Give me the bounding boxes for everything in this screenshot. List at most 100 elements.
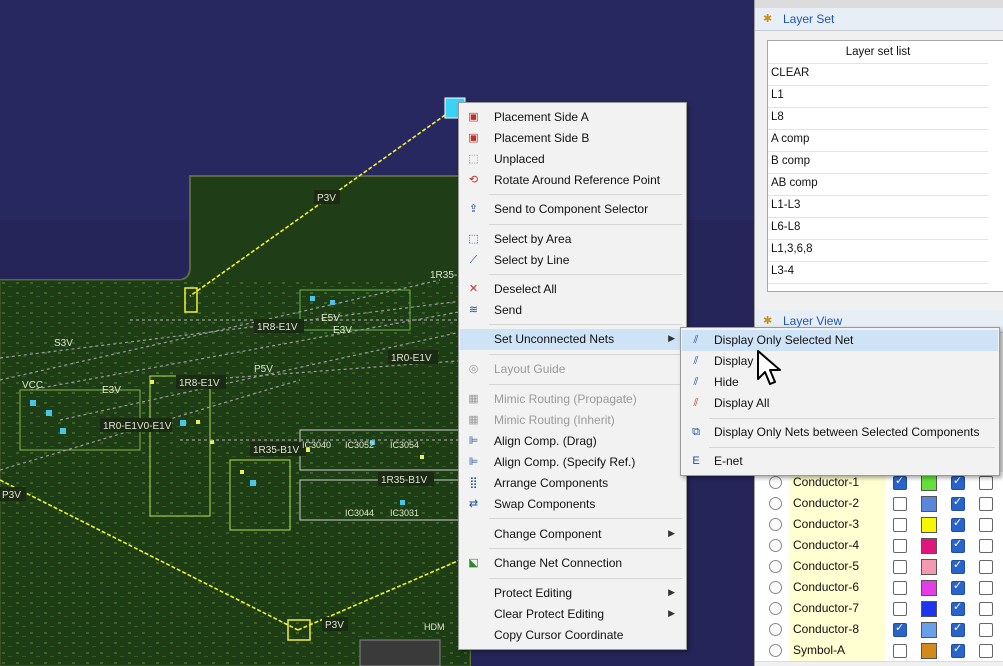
list-item[interactable]: L8 [768,108,988,130]
submenu-item-display-all[interactable]: ⫽ Display All [682,393,998,414]
menu-item-mimic-inherit[interactable]: ▦ Mimic Routing (Inherit) [460,410,685,431]
submenu-item-display-only-selected[interactable]: ⫽ Display Only Selected Net [682,330,998,351]
layer-select-checkbox[interactable] [951,558,965,574]
layer-set-title-bar: ✱ Layer Set [755,8,1003,31]
layer-visible-checkbox[interactable] [893,560,907,574]
menu-item-select-by-area[interactable]: ⬚ Select by Area [460,229,685,250]
layer-visible-checkbox[interactable] [893,497,907,511]
layer-radio[interactable] [769,518,782,531]
list-item[interactable]: AB comp [768,174,988,196]
layer-visible-checkbox[interactable] [893,581,907,595]
menu-separator [489,384,682,385]
layer-lock-checkbox[interactable] [979,581,993,595]
layer-radio[interactable] [769,602,782,615]
layer-select-checkbox[interactable] [951,516,965,532]
submenu-item-hide[interactable]: ⫽ Hide [682,372,998,393]
table-row: Conductor-3 [755,514,1003,536]
menu-item-set-unconnected-nets[interactable]: Set Unconnected Nets ▶ [460,329,685,350]
layer-lock-checkbox[interactable] [979,644,993,658]
layer-lock-checkbox[interactable] [979,497,993,511]
table-row: Conductor-2 [755,493,1003,515]
layer-color-swatch[interactable] [921,580,937,596]
menu-item-unplaced[interactable]: ⬚ Unplaced [460,149,685,170]
table-row: Conductor-6 [755,577,1003,599]
menu-item-swap[interactable]: ⇄ Swap Components [460,494,685,515]
layer-select-checkbox[interactable] [951,474,965,490]
arrange-icon: ⣿ [469,477,478,489]
menu-item-align-ref[interactable]: ⊫ Align Comp. (Specify Ref.) [460,452,685,473]
layer-color-swatch[interactable] [921,643,937,659]
layer-color-swatch[interactable] [921,622,937,638]
layer-color-swatch[interactable] [921,559,937,575]
menu-item-align-drag[interactable]: ⊫ Align Comp. (Drag) [460,431,685,452]
layer-color-swatch[interactable] [921,475,937,491]
layer-visible-checkbox[interactable] [893,518,907,532]
list-item[interactable]: A comp [768,130,988,152]
layer-radio[interactable] [769,539,782,552]
layer-color-swatch[interactable] [921,538,937,554]
align-drag-icon: ⊫ [468,435,479,447]
layer-color-swatch[interactable] [921,496,937,512]
menu-item-send-to-selector[interactable]: ⇪ Send to Component Selector [460,199,685,220]
layer-visible-checkbox[interactable] [893,474,907,490]
layer-name: Conductor-8 [789,619,885,640]
menu-item-placement-side-a[interactable]: ▣ Placement Side A [460,107,685,128]
change-net-icon: ⬕ [468,557,479,569]
net-label: P5V [254,364,273,375]
layer-select-checkbox[interactable] [951,600,965,616]
layer-select-checkbox[interactable] [951,495,965,511]
net-label: 1R35- [430,270,457,281]
layer-select-checkbox[interactable] [951,579,965,595]
layer-select-checkbox[interactable] [951,537,965,553]
layer-visible-checkbox[interactable] [893,621,907,637]
submenu-item-display[interactable]: ⫽ Display [682,351,998,372]
menu-item-change-net[interactable]: ⬕ Change Net Connection [460,553,685,574]
menu-item-mimic-propagate[interactable]: ▦ Mimic Routing (Propagate) [460,389,685,410]
layer-visible-checkbox[interactable] [893,602,907,616]
rotate-icon: ⟲ [468,174,479,186]
menu-item-change-component[interactable]: Change Component ▶ [460,524,685,545]
layer-lock-checkbox[interactable] [979,602,993,616]
menu-item-clear-protect[interactable]: Clear Protect Editing ▶ [460,604,685,625]
menu-item-rotate[interactable]: ⟲ Rotate Around Reference Point [460,170,685,191]
layer-radio[interactable] [769,581,782,594]
layer-lock-checkbox[interactable] [979,623,993,637]
layer-visible-checkbox[interactable] [893,539,907,553]
layer-name: Conductor-7 [789,598,885,619]
list-item[interactable]: L6-L8 [768,218,988,240]
layer-select-checkbox[interactable] [951,621,965,637]
list-item[interactable]: B comp [768,152,988,174]
layer-set-list[interactable]: Layer set list CLEAR L1 L8 A comp B comp… [767,40,1003,292]
list-item[interactable]: CLEAR [768,64,988,86]
menu-item-deselect-all[interactable]: ✕ Deselect All [460,279,685,300]
layer-radio[interactable] [769,623,782,636]
net-label: 1R35-B1V [381,475,427,486]
menu-item-select-by-line[interactable]: ⟋ Select by Line [460,250,685,271]
layer-radio[interactable] [769,560,782,573]
layer-lock-checkbox[interactable] [979,560,993,574]
layer-select-checkbox[interactable] [951,642,965,658]
menu-item-send[interactable]: ≋ Send [460,300,685,321]
menu-item-protect-editing[interactable]: Protect Editing ▶ [460,583,685,604]
layer-lock-checkbox[interactable] [979,518,993,532]
submenu-item-e-net[interactable]: E E-net [682,451,998,472]
layer-lock-checkbox[interactable] [979,476,993,490]
menu-item-layout-guide[interactable]: ◎ Layout Guide [460,359,685,380]
list-item[interactable]: L3-4 [768,262,988,284]
list-item[interactable]: L1 [768,86,988,108]
layer-radio[interactable] [769,476,782,489]
ic-label: IC3054 [390,440,419,450]
menu-item-placement-side-b[interactable]: ▣ Placement Side B [460,128,685,149]
layer-lock-checkbox[interactable] [979,539,993,553]
layer-radio[interactable] [769,644,782,657]
layer-color-swatch[interactable] [921,517,937,533]
menu-separator [489,274,682,275]
list-item[interactable]: L1-L3 [768,196,988,218]
layer-color-swatch[interactable] [921,601,937,617]
list-item[interactable]: L1,3,6,8 [768,240,988,262]
layer-visible-checkbox[interactable] [893,644,907,658]
menu-item-copy-cursor[interactable]: Copy Cursor Coordinate [460,625,685,646]
layer-radio[interactable] [769,497,782,510]
submenu-item-nets-between-components[interactable]: ⧉ Display Only Nets between Selected Com… [682,422,998,443]
menu-item-arrange[interactable]: ⣿ Arrange Components [460,473,685,494]
